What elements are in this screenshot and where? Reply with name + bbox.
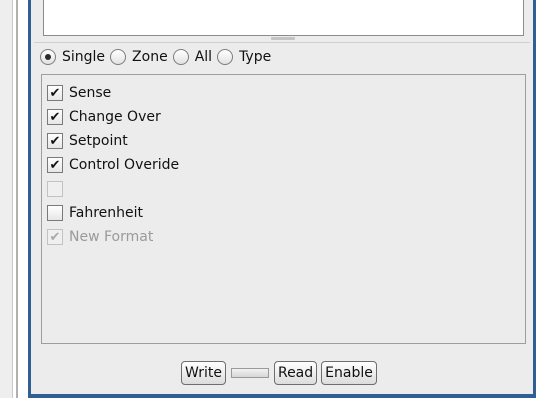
checkbox-new-format-label: New Format bbox=[69, 229, 154, 245]
splitter-rail[interactable] bbox=[16, 0, 18, 398]
options-list: ✔ Sense ✔ Change Over ✔ Setpoint ✔ Contr… bbox=[47, 81, 179, 249]
checkbox-fahrenheit-label: Fahrenheit bbox=[69, 205, 144, 221]
divider bbox=[34, 42, 530, 43]
options-panel: ✔ Sense ✔ Change Over ✔ Setpoint ✔ Contr… bbox=[41, 74, 526, 344]
radio-single[interactable]: Single bbox=[40, 49, 105, 65]
checkbox-change-over[interactable]: ✔ Change Over bbox=[47, 105, 179, 129]
checkbox-fahrenheit-box[interactable] bbox=[47, 205, 63, 221]
checkbox-control-overide-label: Control Overide bbox=[69, 157, 180, 173]
checkbox-sense-label: Sense bbox=[69, 85, 112, 101]
radio-zone[interactable]: Zone bbox=[110, 49, 168, 65]
split-divider-handle[interactable] bbox=[271, 37, 295, 40]
read-button[interactable]: Read bbox=[273, 361, 318, 385]
log-text-area[interactable] bbox=[43, 0, 524, 36]
checkbox-control-overide[interactable]: ✔ Control Overide bbox=[47, 153, 179, 177]
checkbox-setpoint[interactable]: ✔ Setpoint bbox=[47, 129, 179, 153]
checkbox-change-over-label: Change Over bbox=[69, 109, 161, 125]
checkbox-change-over-box[interactable]: ✔ bbox=[47, 109, 63, 125]
radio-type[interactable]: Type bbox=[217, 49, 271, 65]
status-indicator bbox=[230, 368, 269, 378]
checkbox-control-overide-box[interactable]: ✔ bbox=[47, 157, 63, 173]
radio-type-label: Type bbox=[239, 49, 272, 65]
radio-all-label: All bbox=[194, 49, 213, 65]
radio-type-indicator[interactable] bbox=[217, 49, 234, 65]
enable-button[interactable]: Enable bbox=[321, 361, 377, 385]
checkbox-fahrenheit[interactable]: Fahrenheit bbox=[47, 201, 179, 225]
checkbox-sense-box[interactable]: ✔ bbox=[47, 85, 63, 101]
action-buttons: Write Read Enable bbox=[181, 361, 381, 385]
write-button[interactable]: Write bbox=[181, 361, 226, 385]
checkbox-setpoint-label: Setpoint bbox=[69, 133, 128, 149]
left-panel-edge bbox=[0, 0, 13, 398]
radio-all[interactable]: All bbox=[172, 49, 213, 65]
radio-all-indicator[interactable] bbox=[172, 49, 189, 65]
checkbox-unlabeled-box bbox=[47, 181, 63, 197]
radio-zone-indicator[interactable] bbox=[110, 49, 127, 65]
scope-radio-group: Single Zone All Type bbox=[40, 46, 276, 68]
checkbox-new-format: ✔ New Format bbox=[47, 225, 179, 249]
settings-frame: Single Zone All Type ✔ Sense ✔ Change Ov… bbox=[28, 0, 536, 398]
checkbox-sense[interactable]: ✔ Sense bbox=[47, 81, 179, 105]
radio-single-label: Single bbox=[62, 49, 106, 65]
checkbox-setpoint-box[interactable]: ✔ bbox=[47, 133, 63, 149]
checkbox-new-format-box: ✔ bbox=[47, 229, 63, 245]
radio-zone-label: Zone bbox=[132, 49, 168, 65]
radio-single-indicator[interactable] bbox=[40, 49, 56, 65]
checkbox-unlabeled bbox=[47, 177, 179, 201]
